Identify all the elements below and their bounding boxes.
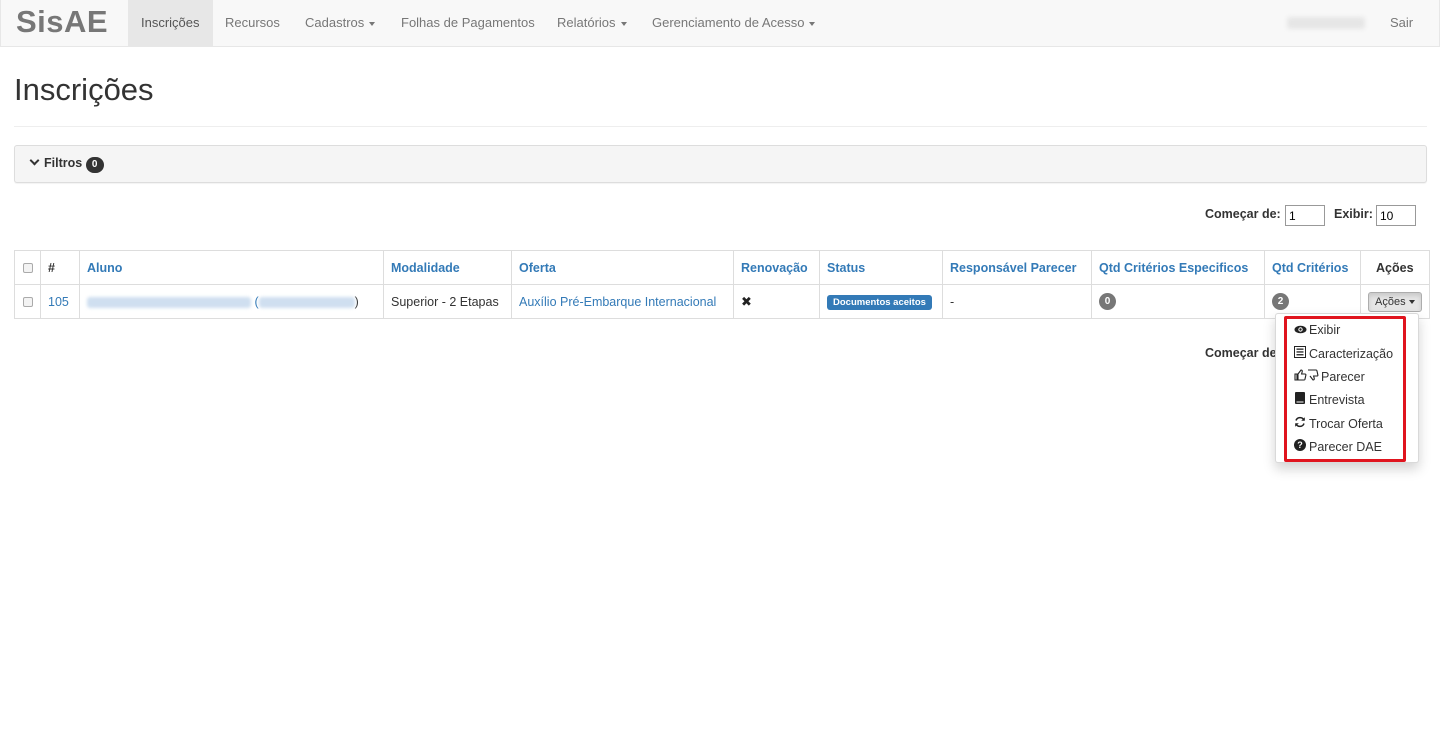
start-from-input[interactable] [1285, 205, 1325, 226]
menu-item-entrevista[interactable]: Entrevista [1293, 390, 1365, 410]
column-header-aluno[interactable]: Aluno [79, 250, 384, 285]
divider [14, 126, 1427, 127]
row-modalidade: Superior - 2 Etapas [383, 284, 512, 319]
nav-item-gerenciamento-de-acesso[interactable]: Gerenciamento de Acesso [639, 0, 828, 46]
bottom-start-from-label: Começar de [1205, 346, 1277, 360]
student-paren-close: ) [354, 294, 359, 309]
row-aluno-cell: () [79, 284, 384, 319]
nav-item-recursos[interactable]: Recursos [212, 0, 293, 46]
row-responsavel: - [942, 284, 1092, 319]
menu-item-label: Entrevista [1309, 393, 1365, 407]
list-alt-icon [1293, 345, 1307, 365]
chevron-down-icon [29, 155, 40, 166]
menu-item-exibir[interactable]: Exibir [1293, 320, 1340, 340]
logout-link[interactable]: Sair [1377, 0, 1426, 46]
column-header-number: # [40, 250, 80, 285]
column-header-modalidade[interactable]: Modalidade [383, 250, 512, 285]
table-header-row: # Aluno Modalidade Oferta Renovação Stat… [14, 250, 1430, 285]
refresh-icon [1293, 415, 1307, 435]
top-navbar: SisAE Inscrições Recursos Cadastros Folh… [0, 0, 1440, 47]
row-oferta-cell: Auxílio Pré-Embarque Internacional [511, 284, 734, 319]
nav-item-folhas-de-pagamentos[interactable]: Folhas de Pagamentos [388, 0, 548, 46]
menu-item-parecer-dae[interactable]: ? Parecer DAE [1293, 437, 1382, 457]
question-sign-icon: ? [1293, 438, 1307, 458]
acoes-button-label: Ações [1375, 295, 1406, 308]
eye-icon [1293, 321, 1307, 341]
row-oferta-link[interactable]: Auxílio Pré-Embarque Internacional [519, 295, 716, 309]
menu-item-label: Exibir [1309, 323, 1341, 337]
menu-item-trocar-oferta[interactable]: Trocar Oferta [1293, 414, 1383, 434]
caret-down-icon [809, 21, 816, 26]
nav-item-label: Gerenciamento de Acesso [652, 15, 805, 30]
filters-count-badge: 0 [85, 157, 104, 173]
menu-item-label: Parecer [1321, 370, 1365, 384]
column-header-oferta[interactable]: Oferta [511, 250, 734, 285]
column-header-responsavel-parecer[interactable]: Responsável Parecer [942, 250, 1092, 285]
row-id-cell: 105 [40, 284, 80, 319]
nav-item-relatorios[interactable]: Relatórios [544, 0, 640, 46]
qtd-criterios-badge: 2 [1272, 293, 1289, 310]
row-status-cell: Documentos aceitos [819, 284, 943, 319]
svg-text:?: ? [1297, 440, 1303, 450]
start-from-label: Começar de: [1205, 207, 1281, 221]
book-icon [1293, 391, 1307, 411]
logout-label: Sair [1390, 15, 1414, 30]
status-badge: Documentos aceitos [827, 294, 932, 310]
brand-logo[interactable]: SisAE [16, 4, 108, 40]
qtd-especificos-badge: 0 [1099, 293, 1116, 310]
column-header-qtd-criterios-especificos[interactable]: Qtd Critérios Especificos [1091, 250, 1265, 285]
page-title: Inscrições [14, 72, 154, 107]
nav-item-cadastros[interactable]: Cadastros [292, 0, 388, 46]
menu-item-parecer[interactable]: Parecer [1293, 367, 1365, 387]
menu-item-label: Trocar Oferta [1309, 417, 1383, 431]
student-name-redacted[interactable] [87, 296, 251, 308]
user-name-redacted[interactable] [1287, 17, 1365, 29]
row-renovacao-cell: ✖ [733, 284, 820, 319]
nav-item-inscricoes[interactable]: Inscrições [128, 0, 213, 46]
nav-item-label: Recursos [225, 15, 280, 30]
caret-down-icon [369, 21, 376, 26]
show-label: Exibir: [1334, 207, 1373, 221]
filters-label: Filtros [44, 156, 83, 170]
table-row: 105 () Superior - 2 Etapas Auxílio Pré-E… [14, 284, 1430, 319]
student-id-redacted [258, 296, 355, 308]
nav-item-label: Folhas de Pagamentos [401, 15, 535, 30]
filters-panel: Filtros 0 [14, 145, 1427, 183]
menu-item-label: Caracterização [1309, 347, 1394, 361]
nav-item-label: Relatórios [557, 15, 616, 30]
menu-item-label: Parecer DAE [1309, 440, 1382, 454]
acoes-dropdown-button[interactable]: Ações [1368, 291, 1422, 312]
column-header-status[interactable]: Status [819, 250, 943, 285]
column-header-acoes: Ações [1360, 250, 1430, 285]
row-checkbox[interactable] [22, 297, 33, 308]
column-header-renovacao[interactable]: Renovação [733, 250, 820, 285]
menu-item-caracterizacao[interactable]: Caracterização [1293, 344, 1393, 364]
show-count-input[interactable] [1376, 205, 1416, 226]
row-qtd-especificos-cell: 0 [1091, 284, 1265, 319]
caret-down-icon [620, 21, 627, 26]
nav-item-label: Cadastros [305, 15, 365, 30]
row-id-link[interactable]: 105 [48, 295, 69, 309]
filters-toggle[interactable]: Filtros 0 [29, 155, 104, 173]
times-icon: ✖ [741, 293, 752, 309]
nav-item-label: Inscrições [141, 15, 200, 30]
row-select-cell [14, 284, 41, 319]
inscricoes-table: # Aluno Modalidade Oferta Renovação Stat… [14, 250, 1430, 319]
select-all-cell [14, 250, 41, 285]
caret-down-icon [1408, 299, 1415, 304]
select-all-checkbox[interactable] [22, 263, 33, 274]
thumbs-up-down-icon [1293, 368, 1319, 388]
column-header-qtd-criterios[interactable]: Qtd Critérios [1264, 250, 1361, 285]
